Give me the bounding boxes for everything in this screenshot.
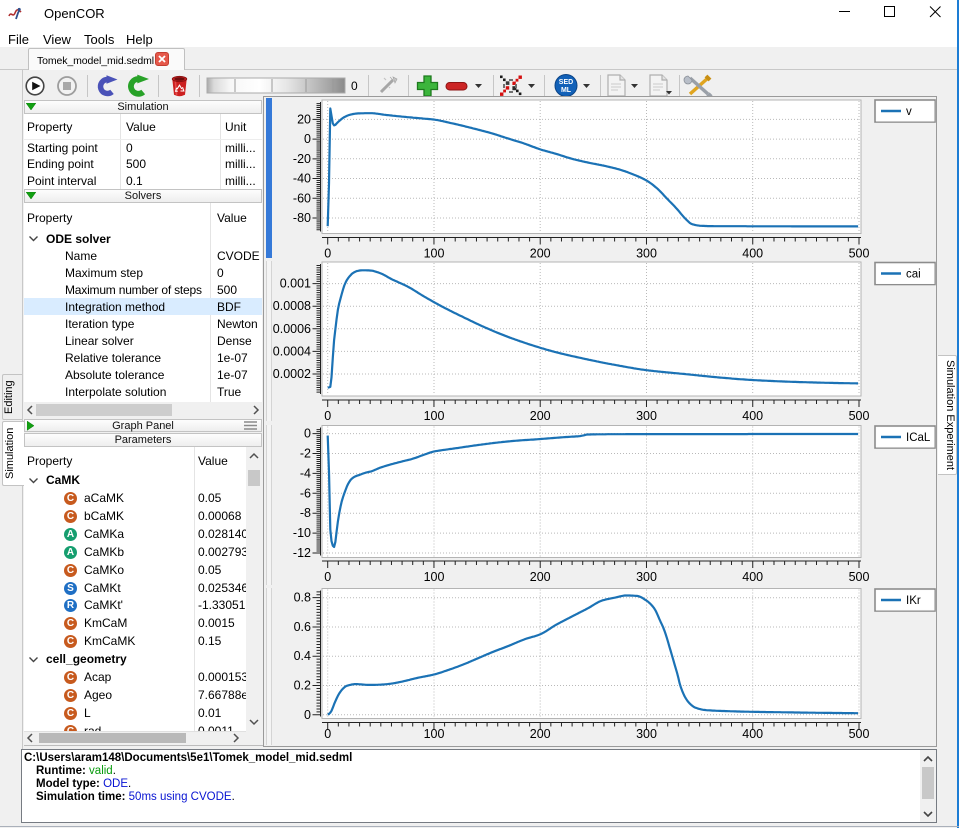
svg-text:100: 100 (424, 409, 445, 423)
svg-text:0.0006: 0.0006 (273, 322, 311, 336)
svg-text:500: 500 (849, 727, 870, 741)
svg-text:300: 300 (636, 247, 657, 261)
svg-text:400: 400 (742, 409, 763, 423)
svg-text:0: 0 (324, 727, 331, 741)
svg-text:ICaL: ICaL (906, 432, 931, 444)
svg-text:500: 500 (849, 570, 870, 584)
svg-text:0.8: 0.8 (294, 591, 311, 605)
svg-text:cai: cai (906, 269, 921, 281)
svg-text:200: 200 (530, 727, 551, 741)
svg-text:0: 0 (324, 247, 331, 261)
svg-text:0.4: 0.4 (294, 649, 311, 663)
svg-text:0.0002: 0.0002 (273, 367, 311, 381)
svg-text:500: 500 (849, 247, 870, 261)
svg-text:200: 200 (530, 570, 551, 584)
svg-text:0.0004: 0.0004 (273, 344, 311, 358)
svg-text:-4: -4 (300, 466, 311, 480)
svg-text:20: 20 (297, 112, 311, 126)
svg-text:-6: -6 (300, 486, 311, 500)
svg-text:100: 100 (424, 727, 445, 741)
svg-text:-60: -60 (293, 191, 311, 205)
svg-text:0: 0 (324, 570, 331, 584)
svg-text:-80: -80 (293, 211, 311, 225)
svg-text:300: 300 (636, 727, 657, 741)
svg-text:200: 200 (530, 247, 551, 261)
svg-text:-2: -2 (300, 447, 311, 461)
svg-text:400: 400 (742, 570, 763, 584)
svg-text:100: 100 (424, 570, 445, 584)
svg-text:500: 500 (849, 409, 870, 423)
svg-text:-12: -12 (293, 546, 311, 560)
svg-text:-10: -10 (293, 526, 311, 540)
svg-text:100: 100 (424, 247, 445, 261)
svg-text:0: 0 (304, 132, 311, 146)
svg-text:-20: -20 (293, 152, 311, 166)
svg-text:200: 200 (530, 409, 551, 423)
svg-text:v: v (906, 106, 912, 118)
svg-text:0: 0 (304, 427, 311, 441)
svg-text:0: 0 (324, 409, 331, 423)
svg-text:0.2: 0.2 (294, 679, 311, 693)
svg-text:400: 400 (742, 727, 763, 741)
svg-text:300: 300 (636, 570, 657, 584)
svg-text:-40: -40 (293, 172, 311, 186)
svg-text:300: 300 (636, 409, 657, 423)
svg-text:0.6: 0.6 (294, 620, 311, 634)
svg-text:0.0008: 0.0008 (273, 299, 311, 313)
svg-text:0: 0 (304, 708, 311, 722)
svg-text:0.001: 0.001 (280, 277, 311, 291)
svg-text:-8: -8 (300, 506, 311, 520)
svg-text:IKr: IKr (906, 595, 921, 607)
svg-text:400: 400 (742, 247, 763, 261)
